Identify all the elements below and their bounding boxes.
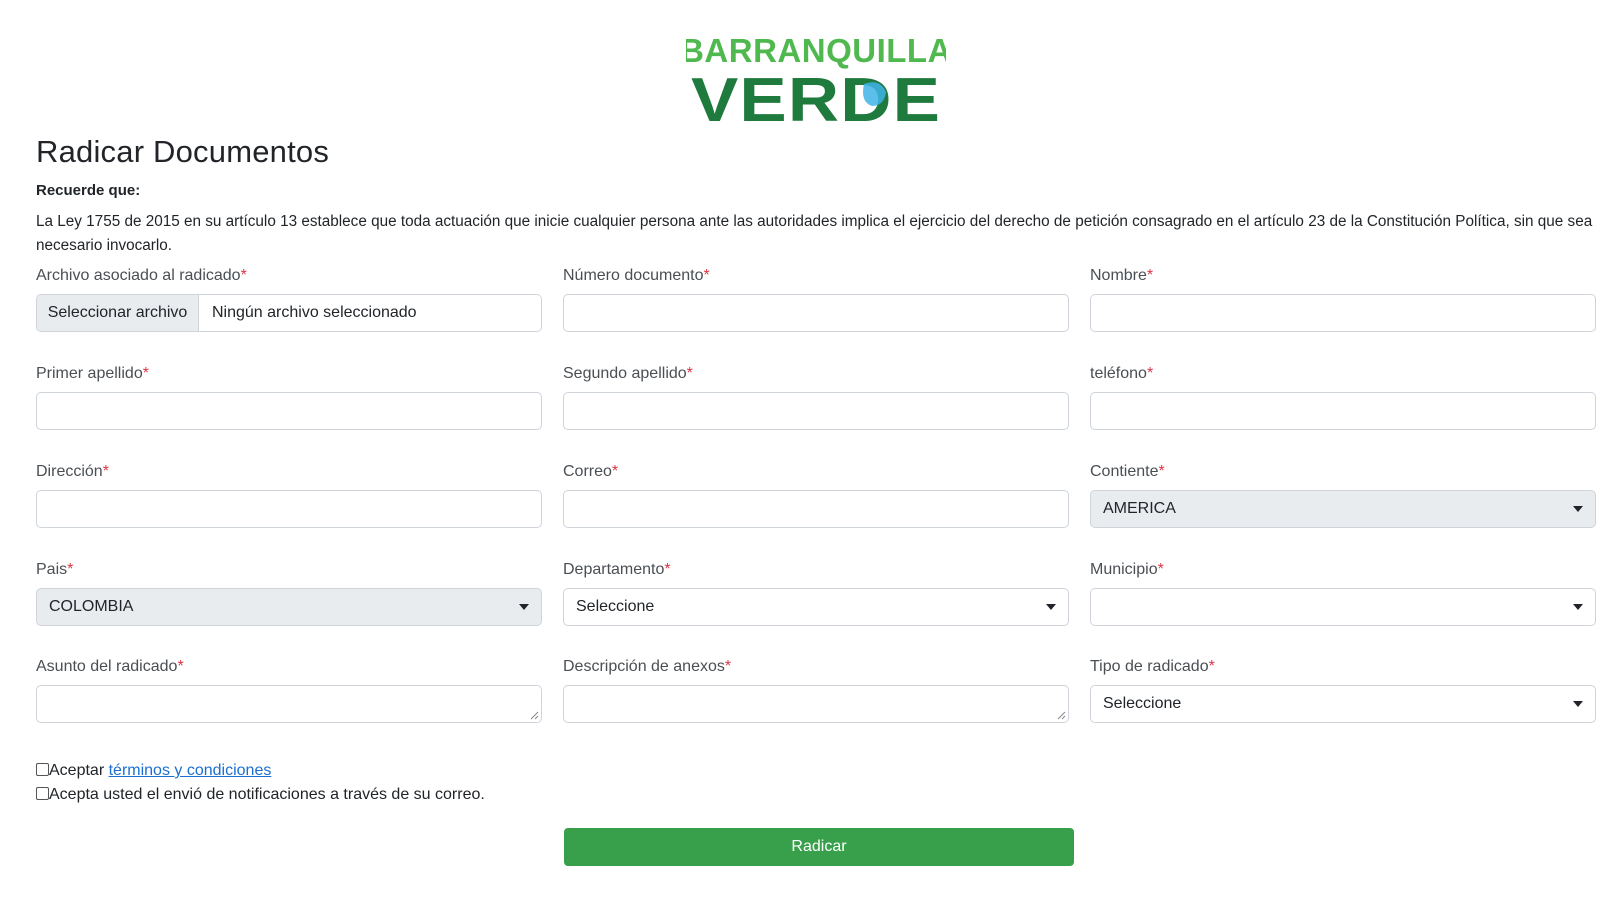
field-nombre: Nombre* bbox=[1090, 264, 1596, 332]
field-departamento: Departamento* Seleccione bbox=[563, 558, 1069, 626]
department-select[interactable]: Seleccione bbox=[563, 588, 1069, 626]
field-label: Primer apellido* bbox=[36, 365, 149, 382]
second-surname-input[interactable] bbox=[563, 392, 1069, 430]
file-input[interactable]: Seleccionar archivo Ningún archivo selec… bbox=[36, 294, 542, 332]
field-label: teléfono* bbox=[1090, 365, 1154, 382]
submit-button[interactable]: Radicar bbox=[564, 828, 1074, 866]
field-telefono: teléfono* bbox=[1090, 362, 1596, 430]
field-primer-apellido: Primer apellido* bbox=[36, 362, 542, 430]
field-segundo-apellido: Segundo apellido* bbox=[563, 362, 1069, 430]
page-title: Radicar Documentos bbox=[36, 134, 330, 169]
barranquilla-verde-logo: BARRANQUILLA VERDE bbox=[686, 30, 946, 130]
first-surname-input[interactable] bbox=[36, 392, 542, 430]
field-archivo: Archivo asociado al radicado* Selecciona… bbox=[36, 264, 542, 332]
field-label: Nombre* bbox=[1090, 267, 1154, 284]
field-municipio: Municipio* bbox=[1090, 558, 1596, 626]
chevron-down-icon bbox=[519, 604, 529, 610]
resize-handle-icon[interactable] bbox=[1057, 711, 1066, 720]
field-tipo-radicado: Tipo de radicado* Seleccione bbox=[1090, 655, 1596, 723]
field-correo: Correo* bbox=[563, 460, 1069, 528]
notifications-checkbox[interactable] bbox=[36, 787, 49, 800]
continent-selected-value: AMERICA bbox=[1103, 500, 1176, 517]
country-selected-value: COLOMBIA bbox=[49, 598, 134, 615]
municipality-select[interactable] bbox=[1090, 588, 1596, 626]
chevron-down-icon bbox=[1573, 701, 1583, 707]
field-continente: Contiente* AMERICA bbox=[1090, 460, 1596, 528]
chevron-down-icon bbox=[1046, 604, 1056, 610]
field-label: Municipio* bbox=[1090, 561, 1164, 578]
field-label: Pais* bbox=[36, 561, 74, 578]
notice-body: La Ley 1755 de 2015 en su artículo 13 es… bbox=[36, 213, 1593, 254]
field-asunto: Asunto del radicado* bbox=[36, 655, 542, 723]
field-label: Dirección* bbox=[36, 463, 109, 480]
email-input[interactable] bbox=[563, 490, 1069, 528]
field-numero-documento: Número documento* bbox=[563, 264, 1069, 332]
field-label: Archivo asociado al radicado* bbox=[36, 267, 247, 284]
field-label: Segundo apellido* bbox=[563, 365, 693, 382]
field-label: Número documento* bbox=[563, 267, 710, 284]
phone-input[interactable] bbox=[1090, 392, 1596, 430]
address-input[interactable] bbox=[36, 490, 542, 528]
terms-checkbox-row: Aceptar términos y condiciones bbox=[36, 760, 271, 782]
logo-text-line1: BARRANQUILLA bbox=[686, 32, 946, 69]
chevron-down-icon bbox=[1573, 604, 1583, 610]
file-status: Ningún archivo seleccionado bbox=[212, 304, 417, 321]
field-label: Contiente* bbox=[1090, 463, 1165, 480]
notice-heading: Recuerde que: bbox=[36, 182, 141, 199]
select-file-button[interactable]: Seleccionar archivo bbox=[37, 295, 199, 331]
terms-link[interactable]: términos y condiciones bbox=[109, 762, 272, 779]
subject-textarea[interactable] bbox=[36, 685, 542, 723]
field-pais: Pais* COLOMBIA bbox=[36, 558, 542, 626]
filing-type-selected-value: Seleccione bbox=[1103, 695, 1182, 712]
page: BARRANQUILLA VERDE Radicar Documentos Re… bbox=[0, 0, 1622, 921]
document-number-input[interactable] bbox=[563, 294, 1069, 332]
name-input[interactable] bbox=[1090, 294, 1596, 332]
continent-select[interactable]: AMERICA bbox=[1090, 490, 1596, 528]
field-label: Correo* bbox=[563, 463, 619, 480]
field-direccion: Dirección* bbox=[36, 460, 542, 528]
field-descripcion-anexos: Descripción de anexos* bbox=[563, 655, 1069, 723]
attachments-description-textarea[interactable] bbox=[563, 685, 1069, 723]
filing-type-select[interactable]: Seleccione bbox=[1090, 685, 1596, 723]
notifications-label: Acepta usted el envió de notificaciones … bbox=[49, 786, 485, 803]
terms-prefix: Aceptar bbox=[49, 762, 105, 779]
country-select[interactable]: COLOMBIA bbox=[36, 588, 542, 626]
field-label: Descripción de anexos* bbox=[563, 658, 732, 675]
field-label: Tipo de radicado* bbox=[1090, 658, 1215, 675]
field-label: Departamento* bbox=[563, 561, 671, 578]
chevron-down-icon bbox=[1573, 506, 1583, 512]
notifications-checkbox-row: Acepta usted el envió de notificaciones … bbox=[36, 784, 485, 806]
resize-handle-icon[interactable] bbox=[530, 711, 539, 720]
terms-checkbox[interactable] bbox=[36, 763, 49, 776]
logo-text-line2: VERDE bbox=[691, 66, 941, 130]
field-label: Asunto del radicado* bbox=[36, 658, 184, 675]
department-selected-value: Seleccione bbox=[576, 598, 655, 615]
